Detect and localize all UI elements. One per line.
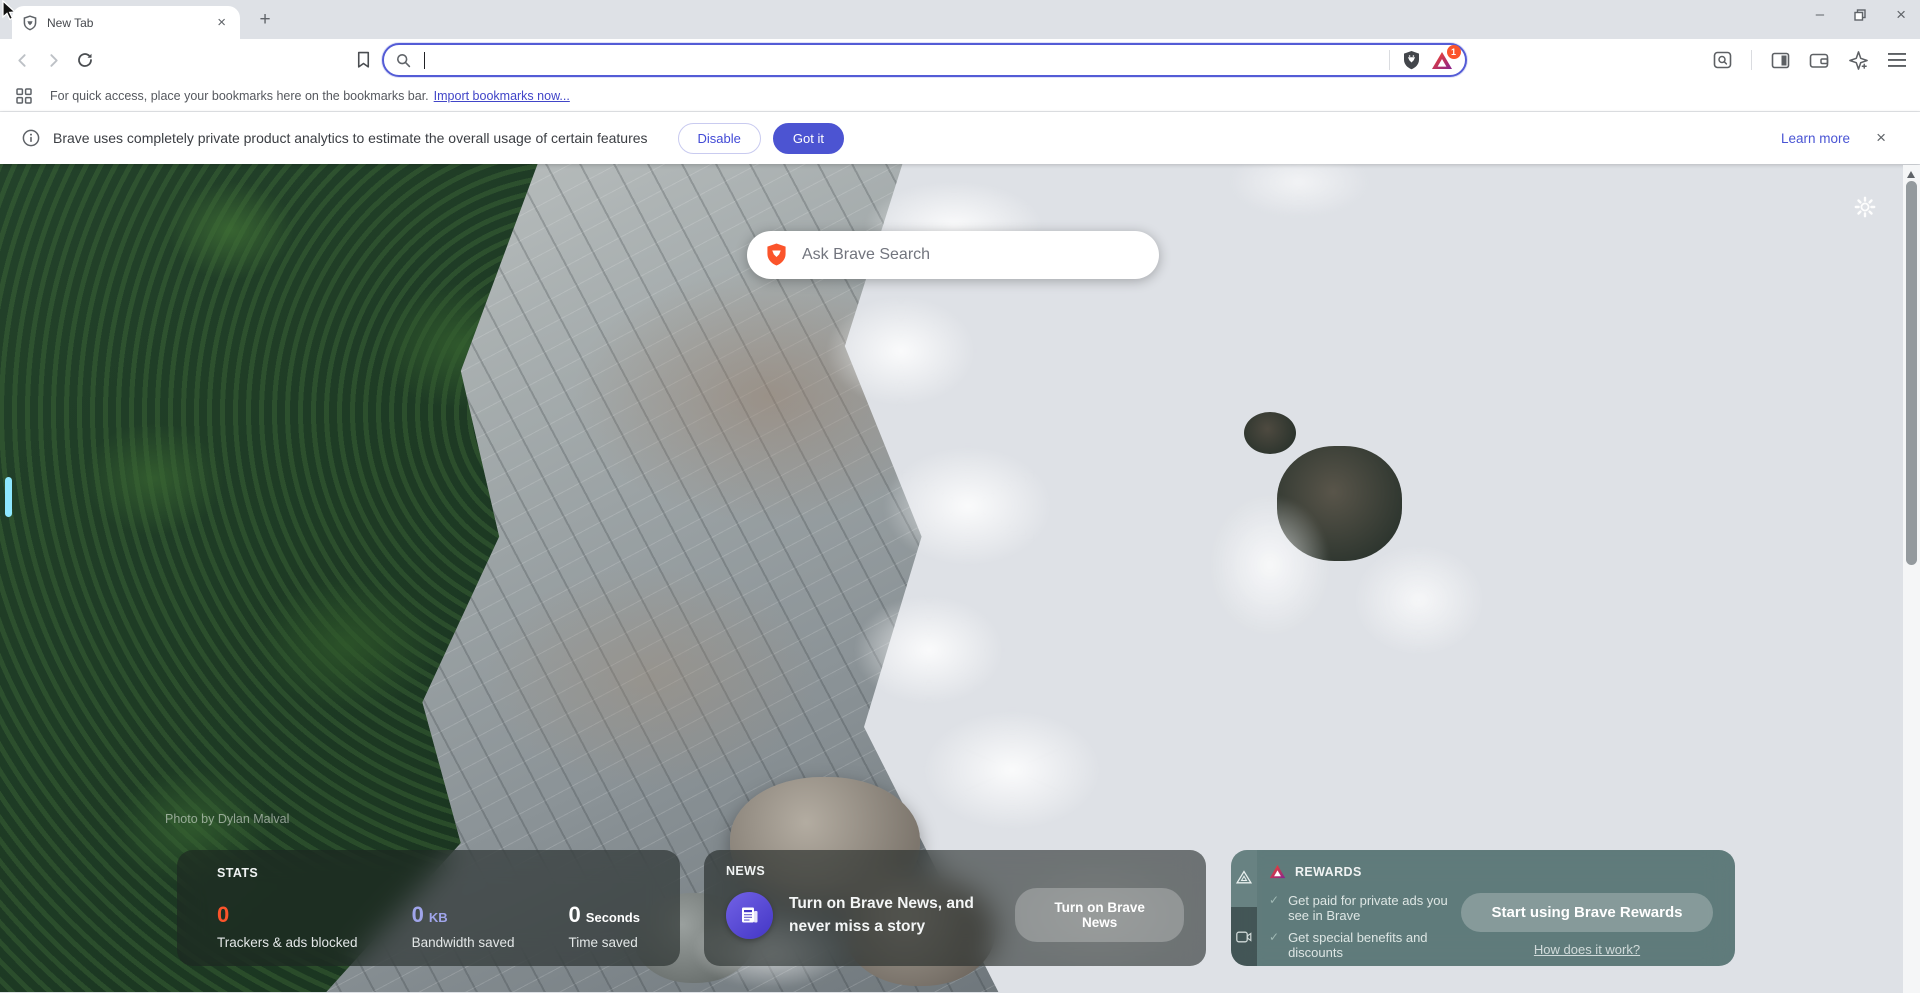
address-bar[interactable]: 1 <box>382 43 1467 77</box>
window-restore-button[interactable] <box>1854 9 1866 21</box>
banner-close-icon[interactable]: × <box>1876 128 1886 148</box>
how-does-it-work-link[interactable]: How does it work? <box>1534 942 1640 957</box>
leo-ai-icon[interactable] <box>1848 50 1869 71</box>
benefit-text: Get paid for private ads you see in Brav… <box>1288 893 1461 923</box>
stat-value: 0 <box>217 902 229 927</box>
customize-gear-icon[interactable] <box>1854 196 1876 218</box>
benefit-text: Get special benefits and discounts <box>1288 930 1461 960</box>
search-icon <box>396 53 411 68</box>
text-caret <box>424 52 426 69</box>
got-it-button[interactable]: Got it <box>773 123 844 154</box>
reload-button[interactable] <box>76 51 94 69</box>
stats-title: STATS <box>217 866 640 880</box>
wallet-icon[interactable] <box>1809 52 1829 69</box>
tab-new-tab[interactable]: New Tab × <box>12 6 240 39</box>
bookmark-icon[interactable] <box>355 51 372 69</box>
scrollbar-thumb[interactable] <box>1906 181 1917 565</box>
background-islet <box>1244 412 1296 454</box>
check-icon: ✓ <box>1269 930 1279 944</box>
rewards-widget: REWARDS ✓ Get paid for private ads you s… <box>1231 850 1735 966</box>
news-message: Turn on Brave News, and never miss a sto… <box>789 892 1015 939</box>
stat-unit: KB <box>429 910 448 925</box>
rewards-benefit: ✓ Get paid for private ads you see in Br… <box>1269 893 1461 923</box>
disable-button[interactable]: Disable <box>678 123 761 154</box>
learn-more-link[interactable]: Learn more <box>1781 131 1850 146</box>
sea-foam <box>1354 545 1484 655</box>
widget-stack-rail <box>1231 850 1257 966</box>
brave-rewards-bat-icon[interactable]: 1 <box>1431 51 1453 70</box>
sidebar-toggle-icon[interactable] <box>1771 52 1790 69</box>
talk-stack-icon[interactable] <box>1231 907 1257 966</box>
back-button[interactable] <box>14 52 31 69</box>
stat-time-saved: 0 Seconds Time saved <box>569 902 640 950</box>
stat-label: Time saved <box>569 935 640 950</box>
news-title: NEWS <box>726 864 1184 878</box>
photo-credit: Photo by Dylan Malval <box>165 812 289 826</box>
menu-icon[interactable] <box>1888 53 1906 67</box>
sea-foam <box>1229 164 1369 217</box>
sea-foam <box>1210 495 1330 635</box>
rewards-badge: 1 <box>1447 45 1461 59</box>
new-tab-button[interactable]: + <box>254 9 276 31</box>
stat-bandwidth: 0 KB Bandwidth saved <box>412 902 515 950</box>
search-panel-icon[interactable] <box>1713 51 1732 69</box>
stat-label: Bandwidth saved <box>412 935 515 950</box>
scrollbar-up-arrow[interactable] <box>1907 171 1915 178</box>
forward-button[interactable] <box>45 52 62 69</box>
page-scrollbar[interactable] <box>1903 165 1920 993</box>
banner-message: Brave uses completely private product an… <box>53 130 648 146</box>
rewards-benefit: ✓ Get special benefits and discounts <box>1269 930 1461 960</box>
brave-search-input[interactable] <box>802 246 1141 264</box>
tab-close-icon[interactable]: × <box>213 14 230 31</box>
check-icon: ✓ <box>1269 893 1279 907</box>
analytics-notice-banner: Brave uses completely private product an… <box>0 112 1920 164</box>
tab-strip: New Tab × + – × <box>0 0 1920 39</box>
sea-foam <box>854 595 1004 705</box>
start-using-brave-rewards-button[interactable]: Start using Brave Rewards <box>1461 893 1713 932</box>
apps-grid-icon[interactable] <box>16 88 32 104</box>
toolbar-separator <box>1751 50 1752 70</box>
brave-search-icon <box>765 242 788 268</box>
stat-value: 0 <box>412 902 424 927</box>
stat-unit: Seconds <box>586 910 640 925</box>
bookmarks-hint: For quick access, place your bookmarks h… <box>50 89 429 103</box>
toolbar: 1 <box>0 39 1920 81</box>
window-minimize-button[interactable]: – <box>1816 6 1824 24</box>
news-widget: NEWS Turn on Brave News, and never miss … <box>704 850 1206 966</box>
sidebar-peek-indicator[interactable] <box>5 477 12 517</box>
rewards-title: REWARDS <box>1295 865 1362 879</box>
rewards-stack-icon[interactable] <box>1231 870 1257 884</box>
turn-on-brave-news-button[interactable]: Turn on Brave News <box>1015 888 1184 942</box>
stat-value: 0 <box>569 902 581 927</box>
stats-widget: STATS 0 Trackers & ads blocked 0 KB Bandw… <box>177 850 680 966</box>
stat-trackers: 0 Trackers & ads blocked <box>217 902 358 950</box>
bookmarks-bar: For quick access, place your bookmarks h… <box>0 81 1920 112</box>
omnibox-divider <box>1389 50 1390 70</box>
sea-foam <box>883 446 1053 566</box>
new-tab-page: Photo by Dylan Malval STATS 0 Trackers &… <box>0 164 1920 992</box>
window-close-button[interactable]: × <box>1896 6 1906 24</box>
brave-shields-icon[interactable] <box>1402 50 1421 71</box>
info-icon <box>22 129 40 147</box>
sea-foam <box>922 710 1102 830</box>
import-bookmarks-link[interactable]: Import bookmarks now... <box>434 89 570 103</box>
brave-favicon-icon <box>22 15 38 31</box>
tab-title: New Tab <box>47 16 213 30</box>
brave-news-icon <box>726 892 773 939</box>
bat-icon <box>1269 864 1286 879</box>
stat-label: Trackers & ads blocked <box>217 935 358 950</box>
brave-search-box[interactable] <box>747 231 1159 279</box>
sea-foam <box>826 296 976 406</box>
